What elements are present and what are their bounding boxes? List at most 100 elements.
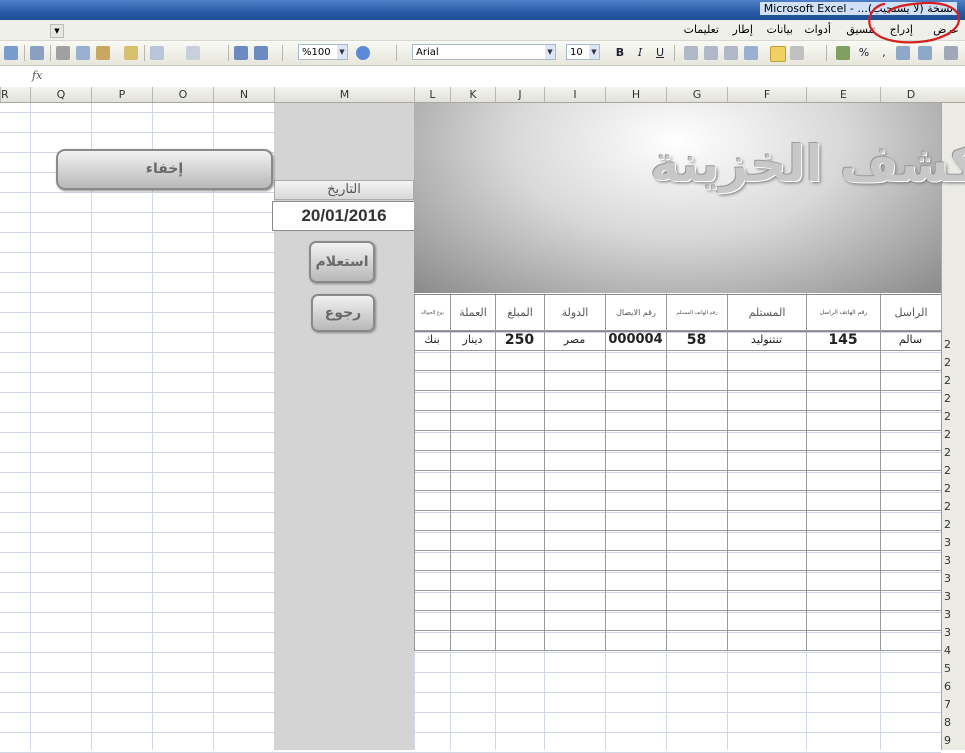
dropdown-arrow-icon[interactable]: ▼	[50, 24, 64, 38]
column-header-m[interactable]: M	[274, 87, 414, 102]
redo-icon[interactable]	[186, 46, 200, 60]
chevron-down-icon[interactable]: ▼	[589, 45, 599, 59]
decrease-decimal-icon[interactable]	[918, 46, 932, 60]
header-country[interactable]: الدولة	[544, 295, 605, 331]
print-preview-icon[interactable]	[4, 46, 18, 60]
indent-icon[interactable]	[944, 46, 958, 60]
row-header[interactable]: 8	[944, 716, 951, 729]
column-header-r[interactable]: R	[0, 87, 30, 102]
merge-center-icon[interactable]	[744, 46, 758, 60]
row-header[interactable]: 2	[944, 356, 951, 369]
help-icon[interactable]	[356, 46, 370, 60]
row-header[interactable]: 2	[944, 374, 951, 387]
table-cell[interactable]: 145	[806, 330, 880, 350]
chevron-down-icon[interactable]: ▼	[545, 45, 555, 59]
align-center-icon[interactable]	[704, 46, 718, 60]
column-header-e[interactable]: E	[806, 87, 880, 102]
column-header-p[interactable]: P	[91, 87, 152, 102]
paragraph-direction-icon[interactable]	[790, 46, 804, 60]
table-cell[interactable]: بنك	[414, 330, 450, 350]
function-icon[interactable]: fx	[32, 69, 42, 82]
hide-button[interactable]: إخفاء	[56, 149, 273, 190]
date-value[interactable]: 20/01/2016	[272, 201, 416, 231]
spelling-icon[interactable]	[30, 46, 44, 60]
currency-icon[interactable]	[836, 46, 850, 60]
undo-icon[interactable]	[150, 46, 164, 60]
comma-style-button[interactable]: ,	[876, 45, 892, 61]
row-header[interactable]: 2	[944, 482, 951, 495]
row-header[interactable]: 3	[944, 626, 951, 639]
copy-icon[interactable]	[76, 46, 90, 60]
column-header-j[interactable]: J	[495, 87, 544, 102]
row-header[interactable]: 2	[944, 464, 951, 477]
rtl-icon[interactable]	[770, 46, 786, 62]
column-header-f[interactable]: F	[727, 87, 806, 102]
column-header-g[interactable]: G	[666, 87, 727, 102]
row-header[interactable]: 3	[944, 536, 951, 549]
increase-decimal-icon[interactable]	[896, 46, 910, 60]
row-header[interactable]: 9	[944, 734, 951, 747]
sort-ascending-icon[interactable]	[234, 46, 248, 60]
row-header[interactable]: 2	[944, 446, 951, 459]
header-currency[interactable]: العملة	[450, 295, 495, 331]
format-painter-icon[interactable]	[124, 46, 138, 60]
menu-tools[interactable]: أدوات	[804, 23, 831, 36]
table-cell[interactable]: 000004	[605, 330, 666, 350]
row-header[interactable]: 3	[944, 608, 951, 621]
row-header[interactable]: 2	[944, 410, 951, 423]
header-amount[interactable]: المبلغ	[495, 295, 544, 331]
row-header[interactable]: 3	[944, 554, 951, 567]
zoom-combo[interactable]: %100 ▼	[298, 44, 348, 60]
italic-button[interactable]: I	[632, 45, 648, 61]
row-header[interactable]: 6	[944, 680, 951, 693]
row-header[interactable]: 7	[944, 698, 951, 711]
percent-button[interactable]: %	[856, 45, 872, 61]
underline-button[interactable]: U	[652, 45, 668, 61]
column-header-h[interactable]: H	[605, 87, 666, 102]
align-left-icon[interactable]	[724, 46, 738, 60]
row-header[interactable]: 2	[944, 518, 951, 531]
row-header[interactable]: 3	[944, 590, 951, 603]
chevron-down-icon[interactable]: ▼	[337, 45, 347, 59]
header-receiver[interactable]: المستلم	[727, 295, 806, 331]
row-header[interactable]: 4	[944, 644, 951, 657]
column-header-q[interactable]: Q	[30, 87, 91, 102]
bold-button[interactable]: B	[612, 45, 628, 61]
header-sender[interactable]: الراسل	[880, 295, 941, 331]
column-header-i[interactable]: I	[544, 87, 605, 102]
table-cell[interactable]: مصر	[544, 330, 605, 350]
table-cell[interactable]: تنتنوليد	[727, 330, 806, 350]
formula-bar[interactable]: fx	[0, 66, 965, 88]
query-button[interactable]: استعلام	[309, 241, 375, 283]
cut-icon[interactable]	[56, 46, 70, 60]
header-transfer-type[interactable]: نوع الحوالة	[414, 295, 450, 331]
row-header[interactable]: 2	[944, 500, 951, 513]
table-cell[interactable]: دينار	[450, 330, 495, 350]
menu-data[interactable]: بيانات	[766, 23, 793, 36]
column-header-n[interactable]: N	[213, 87, 274, 102]
header-receiver-phone[interactable]: رقم الهاتف المستلم	[666, 295, 727, 331]
header-sender-phone[interactable]: رقم الهاتف الراسل	[806, 295, 880, 331]
table-cell[interactable]: 58	[666, 330, 727, 350]
column-header-d[interactable]: D	[880, 87, 941, 102]
align-right-icon[interactable]	[684, 46, 698, 60]
table-row-line	[414, 650, 941, 651]
column-header-o[interactable]: O	[152, 87, 213, 102]
header-receipt-number[interactable]: رقم الايصال	[605, 295, 666, 331]
row-header[interactable]: 2	[944, 338, 951, 351]
font-name-combo[interactable]: Arial ▼	[412, 44, 556, 60]
row-header[interactable]: 2	[944, 428, 951, 441]
table-cell[interactable]: سالم	[880, 330, 941, 350]
column-header-k[interactable]: K	[450, 87, 495, 102]
row-header[interactable]: 3	[944, 572, 951, 585]
font-size-combo[interactable]: 10 ▼	[566, 44, 600, 60]
table-cell[interactable]: 250	[495, 330, 544, 350]
menu-window[interactable]: إطار	[733, 23, 753, 36]
menu-help[interactable]: تعليمات	[684, 23, 719, 36]
row-header[interactable]: 5	[944, 662, 951, 675]
paste-icon[interactable]	[96, 46, 110, 60]
back-button[interactable]: رجوع	[311, 294, 375, 332]
column-header-l[interactable]: L	[414, 87, 450, 102]
row-header[interactable]: 2	[944, 392, 951, 405]
sort-descending-icon[interactable]	[254, 46, 268, 60]
